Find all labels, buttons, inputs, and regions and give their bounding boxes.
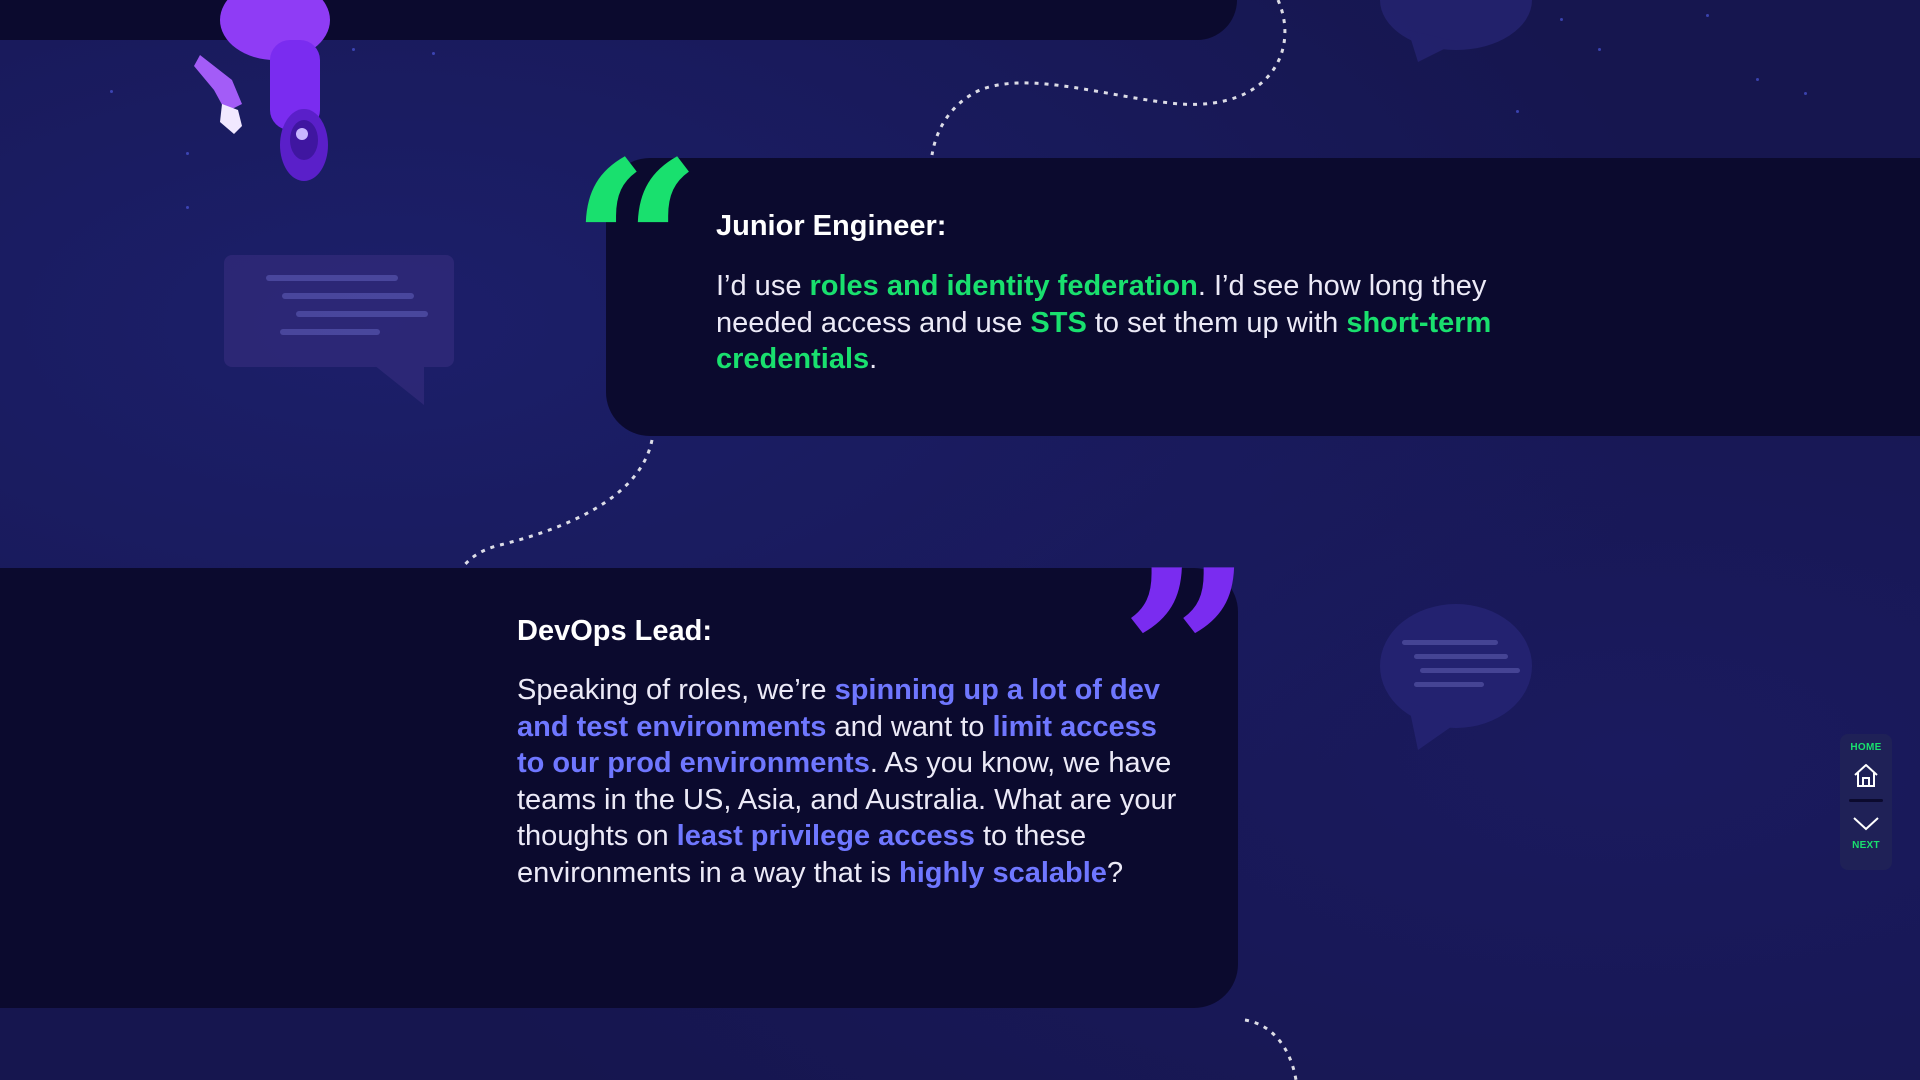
close-quote-icon: ” <box>1120 540 1252 660</box>
speaker-name: DevOps Lead: <box>517 615 712 647</box>
section-navigation: HOME NEXT <box>1840 734 1892 870</box>
highlighted-phrase: least privilege access <box>676 820 975 852</box>
robot-illustration <box>194 0 330 181</box>
quote-text-segment: ? <box>1106 856 1124 889</box>
quote-text-segment: I’d use <box>716 270 810 302</box>
chevron-down-icon <box>1853 817 1879 831</box>
next-button[interactable] <box>1850 812 1882 836</box>
home-label: HOME <box>1850 742 1882 753</box>
highlighted-phrase: highly scalable <box>899 856 1107 889</box>
home-icon <box>1854 764 1878 787</box>
quote-text-segment: to set them up with <box>1086 306 1347 339</box>
quote-text-segment: . <box>869 343 878 375</box>
next-label: NEXT <box>1852 840 1880 851</box>
quote-text: Speaking of roles, we’re spinning up a l… <box>517 672 1189 891</box>
chat-bubble-icon <box>1380 604 1532 750</box>
open-quote-icon: “ <box>570 132 702 252</box>
quote-text-segment: and want to <box>826 710 993 743</box>
chat-bubble-icon <box>224 255 454 405</box>
chat-bubble-icon <box>1380 0 1532 62</box>
highlighted-phrase: STS <box>1030 306 1087 339</box>
quote-text: I’d use roles and identity federation. I… <box>716 268 1516 378</box>
highlighted-phrase: roles and identity federation <box>809 270 1198 302</box>
home-button[interactable] <box>1850 759 1882 791</box>
speaker-name: Junior Engineer: <box>716 210 947 242</box>
nav-divider <box>1849 799 1883 802</box>
quote-text-segment: Speaking of roles, we’re <box>517 674 835 706</box>
